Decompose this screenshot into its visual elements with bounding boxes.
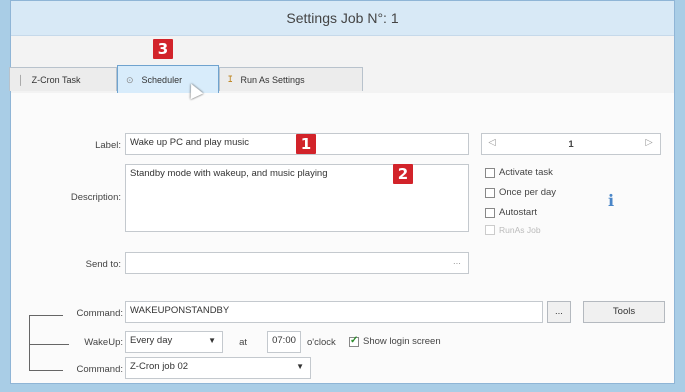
checkbox-label: Once per day — [499, 187, 557, 198]
activate-task-checkbox[interactable]: Activate task — [485, 167, 553, 178]
tab-label: Z-Cron Task — [31, 74, 81, 85]
checkbox-label: Activate task — [499, 167, 553, 178]
description-caption: Description: — [70, 192, 121, 203]
command2-select[interactable]: Z-Cron job 02 ▼ — [125, 357, 311, 379]
wakeup-caption: WakeUp: — [84, 337, 123, 348]
once-per-day-checkbox[interactable]: Once per day — [485, 187, 556, 198]
tab-run-as-settings[interactable]: ⵊ Run As Settings — [219, 67, 363, 91]
callout-badge-3: 3 — [153, 39, 173, 59]
prev-job-button[interactable]: ◁ — [484, 136, 500, 152]
callout-badge-2: 2 — [393, 164, 413, 184]
tab-label: Scheduler — [141, 75, 183, 85]
tree-line-1 — [29, 315, 63, 316]
tree-line-3 — [29, 370, 63, 371]
checkbox-box — [485, 187, 495, 198]
checkbox-box — [485, 225, 495, 235]
sendto-browse-button[interactable]: ... — [449, 256, 465, 267]
callout-badge-1: 1 — [296, 134, 316, 154]
checkbox-box — [485, 167, 495, 178]
command-caption: Command: — [76, 308, 123, 319]
label-caption: Label: — [95, 140, 121, 151]
checkbox-box — [349, 335, 359, 347]
title-bar: Settings Job N°: 1 — [11, 1, 674, 36]
command-input[interactable]: WAKEUPONSTANDBY — [125, 301, 543, 323]
command-browse-button[interactable]: ... — [547, 301, 571, 323]
run-as-icon: ⵊ — [228, 74, 233, 84]
runas-job-checkbox: RunAs Job — [485, 225, 541, 235]
tab-scheduler[interactable]: ⊙ Scheduler — [117, 65, 219, 94]
time-input[interactable]: 07:00 — [267, 331, 301, 353]
description-textarea[interactable]: Standby mode with wakeup, and music play… — [125, 164, 469, 232]
tools-button[interactable]: Tools — [583, 301, 665, 323]
autostart-checkbox[interactable]: Autostart — [485, 207, 537, 218]
scheduler-panel: Label: Wake up PC and play music 1 ◁ 1 ▷… — [11, 93, 674, 383]
tab-label: Run As Settings — [240, 74, 305, 85]
show-login-checkbox[interactable]: Show login screen — [349, 335, 441, 347]
tree-line-2 — [29, 344, 69, 345]
checkbox-box — [485, 207, 495, 218]
tab-z-cron-task[interactable]: │ Z-Cron Task — [9, 67, 117, 91]
sendto-input[interactable] — [125, 252, 469, 274]
checkbox-label: Autostart — [499, 207, 538, 218]
chevron-down-icon: ▼ — [296, 362, 304, 371]
window-title: Settings Job N°: 1 — [286, 10, 399, 26]
tree-line-vertical — [29, 315, 30, 371]
tab-icon: │ — [18, 74, 24, 85]
wakeup-select[interactable]: Every day ▼ — [125, 331, 223, 353]
checkbox-label: Show login screen — [363, 336, 441, 347]
oclock-label: o'clock — [307, 337, 336, 348]
sendto-caption: Send to: — [85, 259, 121, 270]
scheduler-icon: ⊙ — [126, 74, 134, 85]
wakeup-value: Every day — [130, 335, 173, 346]
settings-job-window: Settings Job N°: 1 3 │ Z-Cron Task ⊙ Sch… — [9, 0, 675, 384]
tab-strip: │ Z-Cron Task ⊙ Scheduler ⵊ Run As Setti… — [9, 63, 674, 94]
info-icon[interactable]: ℹ — [608, 191, 614, 211]
command2-value: Z-Cron job 02 — [130, 361, 189, 372]
command2-caption: Command: — [76, 364, 123, 375]
job-number: 1 — [568, 139, 574, 150]
at-label: at — [239, 337, 247, 348]
checkbox-label: RunAs Job — [499, 225, 541, 235]
next-job-button[interactable]: ▷ — [641, 136, 657, 152]
chevron-down-icon: ▼ — [208, 336, 216, 345]
